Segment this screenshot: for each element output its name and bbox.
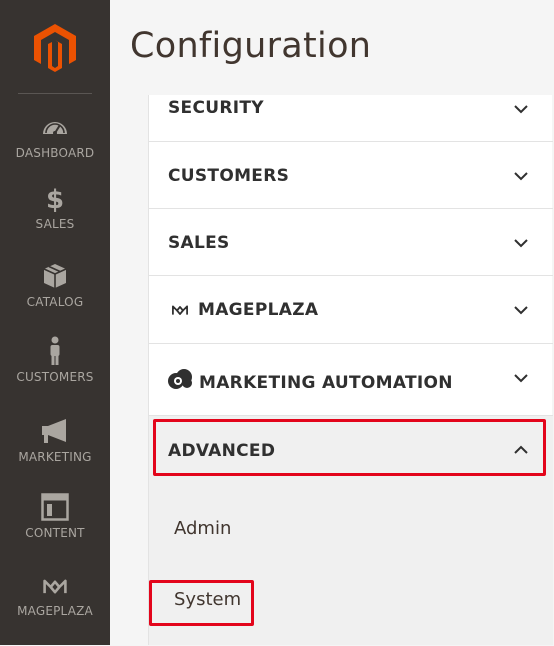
nav-label: CUSTOMERS — [16, 370, 94, 384]
box-icon — [43, 264, 67, 288]
mageplaza-icon — [172, 305, 188, 315]
section-title: MAGEPLAZA — [198, 300, 319, 320]
person-icon — [50, 336, 60, 365]
chevron-down-icon — [514, 374, 528, 383]
advanced-item-admin[interactable]: Admin — [174, 518, 231, 539]
megaphone-icon — [42, 419, 66, 443]
admin-sidebar: DASHBOARD $ SALES CATALOG CUSTOMERS MARK… — [0, 0, 110, 645]
section-title: SALES — [168, 233, 230, 253]
nav-label: CATALOG — [26, 295, 84, 309]
logo-divider — [18, 93, 92, 94]
nav-dashboard[interactable]: DASHBOARD — [0, 112, 110, 184]
cloud-icon — [168, 369, 192, 389]
nav-sales[interactable]: $ SALES — [0, 183, 110, 255]
nav-label: MARKETING — [18, 450, 92, 464]
section-customers[interactable]: CUSTOMERS — [149, 142, 553, 209]
advanced-subsection-list: Admin System — [149, 483, 553, 645]
chevron-down-icon — [514, 105, 528, 114]
layout-icon — [41, 493, 69, 521]
nav-label: DASHBOARD — [15, 146, 95, 160]
section-title: CUSTOMERS — [168, 166, 290, 186]
nav-label: CONTENT — [25, 526, 85, 540]
page-title: Configuration — [130, 26, 372, 66]
nav-catalog[interactable]: CATALOG — [0, 261, 110, 333]
mageplaza-icon — [43, 579, 67, 594]
config-sections-panel: SECURITY CUSTOMERS SALES MAGEPLAZA MARKE… — [148, 95, 553, 645]
nav-mageplaza[interactable]: MAGEPLAZA — [0, 574, 110, 646]
chevron-down-icon — [514, 306, 528, 315]
section-sales[interactable]: SALES — [149, 209, 553, 276]
dashboard-icon — [43, 122, 67, 135]
chevron-down-icon — [514, 172, 528, 181]
section-mageplaza[interactable]: MAGEPLAZA — [149, 276, 553, 344]
section-title: MARKETING AUTOMATION — [199, 373, 453, 393]
section-title: ADVANCED — [168, 441, 276, 461]
magento-logo-icon[interactable] — [30, 22, 80, 72]
chevron-down-icon — [514, 239, 528, 248]
nav-marketing[interactable]: MARKETING — [0, 416, 110, 488]
section-advanced[interactable]: ADVANCED — [149, 416, 553, 483]
dollar-icon: $ — [46, 185, 64, 213]
advanced-item-system[interactable]: System — [174, 589, 241, 610]
section-title: SECURITY — [168, 98, 264, 118]
page-header: Configuration — [110, 0, 554, 95]
chevron-up-icon — [514, 445, 528, 454]
section-marketing-automation[interactable]: MARKETING AUTOMATION — [149, 344, 553, 416]
nav-content[interactable]: CONTENT — [0, 492, 110, 564]
nav-customers[interactable]: CUSTOMERS — [0, 334, 110, 406]
svg-text:$: $ — [46, 185, 64, 213]
section-security[interactable]: SECURITY — [149, 95, 553, 142]
nav-label: SALES — [35, 217, 75, 231]
nav-label: MAGEPLAZA — [17, 604, 93, 618]
